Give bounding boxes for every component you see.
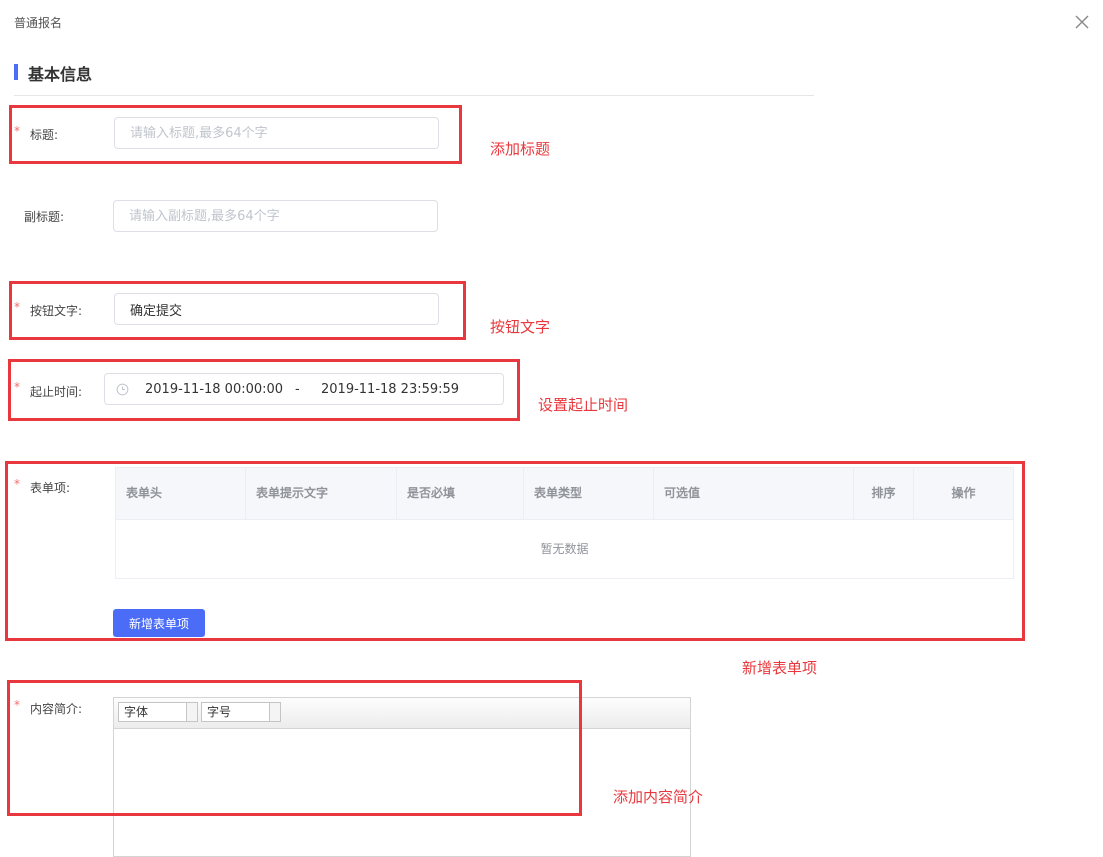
column-header: 操作 <box>951 486 976 500</box>
font-family-select[interactable]: 字体 <box>118 702 198 722</box>
annotation-label: 新增表单项 <box>742 659 818 677</box>
rich-text-editor[interactable]: 字体 字号 <box>113 697 691 857</box>
button-text-input[interactable] <box>114 293 439 325</box>
dropdown-arrow-icon <box>186 703 197 721</box>
clock-icon <box>116 383 129 396</box>
required-mark: * <box>14 380 20 394</box>
date-separator: - <box>295 382 300 397</box>
required-mark: * <box>14 300 20 314</box>
font-family-label: 字体 <box>124 705 149 719</box>
annotation-label: 添加标题 <box>490 140 551 158</box>
content-intro-label: 内容简介: <box>30 702 83 716</box>
close-icon[interactable] <box>1074 14 1090 30</box>
date-start[interactable]: 2019-11-18 00:00:00 <box>145 382 283 397</box>
required-mark: * <box>14 477 20 491</box>
required-mark: * <box>14 698 20 712</box>
font-size-label: 字号 <box>207 705 232 719</box>
section-divider <box>14 95 814 96</box>
date-range-picker[interactable]: 2019-11-18 00:00:00 - 2019-11-18 23:59:5… <box>104 373 504 405</box>
section-accent-bar <box>14 64 18 80</box>
empty-table-text: 暂无数据 <box>540 542 589 556</box>
column-header: 表单头 <box>116 468 246 519</box>
section-title: 基本信息 <box>28 65 93 84</box>
column-header: 是否必填 <box>397 468 524 519</box>
subtitle-label: 副标题: <box>24 210 65 224</box>
column-header: 可选值 <box>654 468 854 519</box>
dialog-title: 普通报名 <box>14 16 63 30</box>
required-mark: * <box>14 124 20 138</box>
annotation-label: 添加内容简介 <box>613 788 704 806</box>
table-header: 表单头 表单提示文字 是否必填 表单类型 可选值 排序 操作 <box>116 468 1013 520</box>
title-label: 标题: <box>30 128 59 142</box>
title-input[interactable] <box>114 117 439 149</box>
annotation-label: 设置起止时间 <box>538 396 629 414</box>
column-header: 表单类型 <box>524 468 654 519</box>
column-header: 表单提示文字 <box>246 468 397 519</box>
date-end[interactable]: 2019-11-18 23:59:59 <box>321 382 459 397</box>
subtitle-input[interactable] <box>113 200 438 232</box>
column-header: 排序 <box>854 468 914 519</box>
dropdown-arrow-icon <box>269 703 280 721</box>
font-size-select[interactable]: 字号 <box>201 702 281 722</box>
editor-toolbar: 字体 字号 <box>114 698 690 729</box>
annotation-label: 按钮文字 <box>490 318 551 336</box>
button-text-label: 按钮文字: <box>30 304 83 318</box>
time-range-label: 起止时间: <box>30 385 83 399</box>
add-form-item-button[interactable]: 新增表单项 <box>113 609 205 637</box>
form-items-table: 表单头 表单提示文字 是否必填 表单类型 可选值 排序 操作 暂无数据 <box>115 467 1014 579</box>
form-items-label: 表单项: <box>30 481 71 495</box>
